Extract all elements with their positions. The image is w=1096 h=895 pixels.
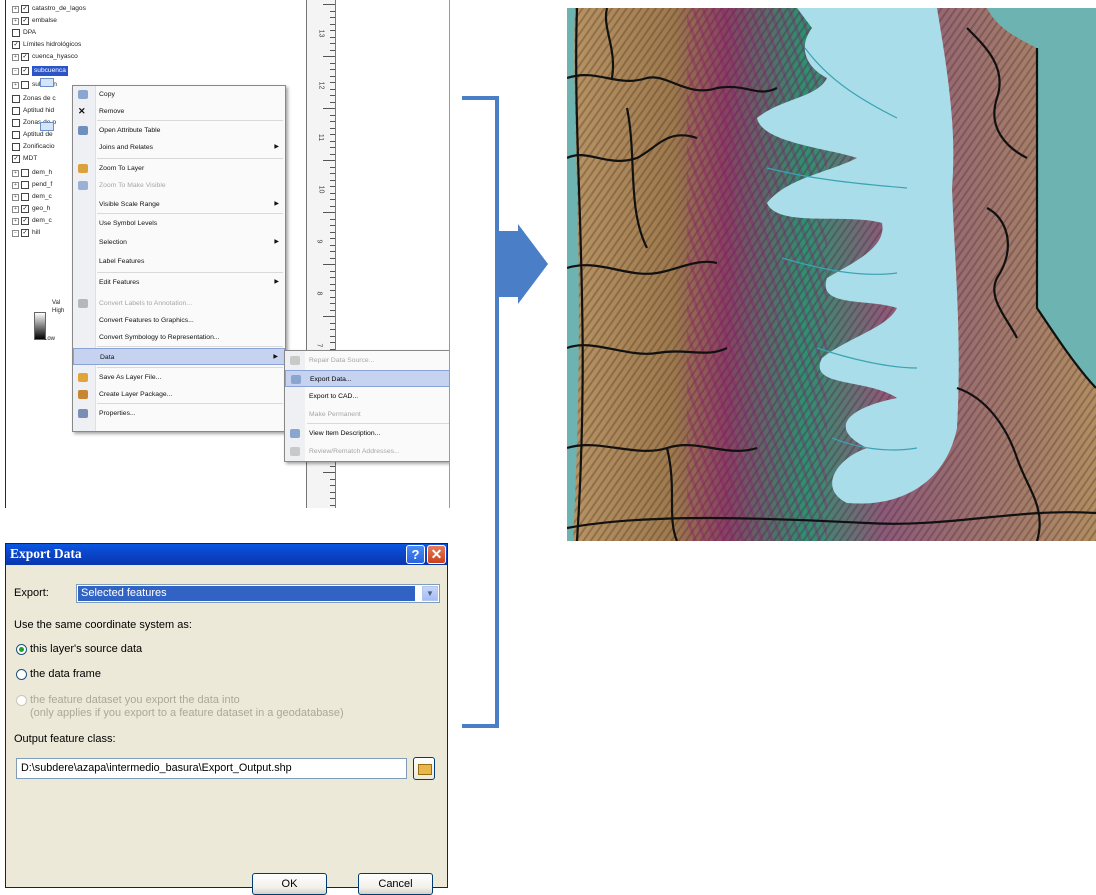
bracket-line [462, 96, 499, 728]
result-map [567, 8, 1096, 541]
right-arrow-icon [499, 224, 548, 304]
